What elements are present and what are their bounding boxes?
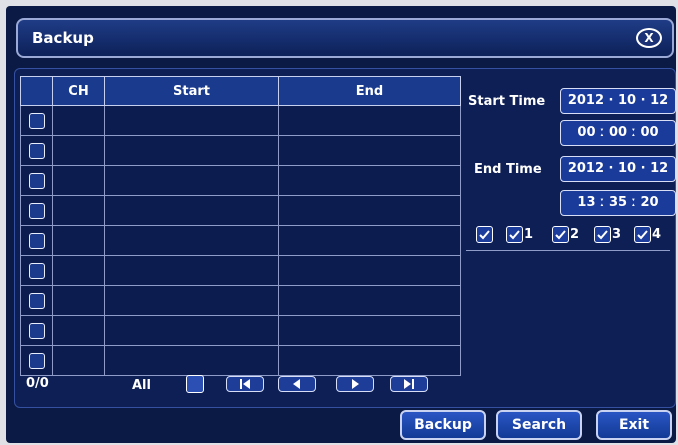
row-start (104, 165, 279, 196)
row-channel (52, 165, 105, 196)
row-checkbox[interactable] (28, 322, 45, 339)
file-list-table: CH Start End (20, 76, 461, 376)
row-start (104, 285, 279, 316)
backup-button[interactable]: Backup (400, 410, 486, 440)
row-end (278, 315, 461, 346)
row-channel (52, 315, 105, 346)
row-checkbox[interactable] (28, 112, 45, 129)
row-start (104, 225, 279, 256)
previous-page-icon (293, 379, 300, 389)
row-end (278, 195, 461, 226)
close-button[interactable]: X (636, 28, 662, 48)
first-page-icon (240, 379, 250, 389)
last-page-icon (404, 379, 414, 389)
end-time-field[interactable]: 13 ː 35 ː 20 (560, 190, 676, 216)
channel-4-toggle[interactable]: 4 (634, 226, 661, 246)
window-title: Backup (32, 29, 94, 47)
row-channel (52, 285, 105, 316)
channel-column-header: CH (52, 76, 105, 106)
table-row[interactable] (20, 165, 461, 196)
table-row[interactable] (20, 345, 461, 376)
channel-4-label: 4 (652, 227, 662, 242)
row-channel (52, 195, 105, 226)
check-icon (634, 226, 651, 243)
end-date-field[interactable]: 2012 · 10 · 12 (560, 156, 676, 182)
last-page-button[interactable] (390, 376, 428, 392)
row-start (104, 255, 279, 286)
pagination-bar: 0/0 All (20, 373, 460, 397)
table-row[interactable] (20, 135, 461, 166)
next-page-button[interactable] (336, 376, 374, 392)
row-channel (52, 225, 105, 256)
row-end (278, 105, 461, 136)
table-row[interactable] (20, 225, 461, 256)
start-column-header: Start (104, 76, 279, 106)
row-checkbox[interactable] (28, 352, 45, 369)
table-row[interactable] (20, 255, 461, 286)
channel-1-toggle[interactable]: 1 (506, 226, 533, 246)
row-checkbox[interactable] (28, 202, 45, 219)
row-channel (52, 345, 105, 376)
page-count: 0/0 (26, 376, 49, 391)
close-icon: X (644, 31, 654, 45)
first-page-button[interactable] (226, 376, 264, 392)
end-column-header: End (278, 76, 461, 106)
search-criteria-panel: Start Time 2012 · 10 · 12 00 ː 00 ː 00 E… (466, 76, 678, 394)
row-end (278, 345, 461, 376)
search-button[interactable]: Search (496, 410, 582, 440)
panel-divider (466, 250, 670, 251)
exit-button[interactable]: Exit (596, 410, 672, 440)
row-channel (52, 255, 105, 286)
table-row[interactable] (20, 195, 461, 226)
row-end (278, 285, 461, 316)
row-checkbox[interactable] (28, 292, 45, 309)
row-start (104, 315, 279, 346)
check-icon (476, 226, 493, 243)
start-date-field[interactable]: 2012 · 10 · 12 (560, 88, 676, 114)
row-checkbox[interactable] (28, 262, 45, 279)
channel-1-label: 1 (524, 227, 534, 242)
table-row[interactable] (20, 315, 461, 346)
table-row[interactable] (20, 285, 461, 316)
row-start (104, 345, 279, 376)
row-end (278, 225, 461, 256)
title-bar: Backup X (16, 18, 674, 58)
row-checkbox[interactable] (28, 172, 45, 189)
row-start (104, 135, 279, 166)
check-icon (552, 226, 569, 243)
row-checkbox[interactable] (28, 232, 45, 249)
channel-3-label: 3 (612, 227, 622, 242)
channel-3-toggle[interactable]: 3 (594, 226, 621, 246)
select-all-label: All (132, 378, 151, 393)
check-icon (594, 226, 611, 243)
row-end (278, 135, 461, 166)
row-end (278, 255, 461, 286)
previous-page-button[interactable] (278, 376, 316, 392)
channel-2-toggle[interactable]: 2 (552, 226, 579, 246)
select-all-checkbox[interactable] (186, 375, 204, 393)
select-column-header (20, 76, 53, 106)
table-header-row: CH Start End (20, 76, 461, 106)
check-icon (506, 226, 523, 243)
row-channel (52, 135, 105, 166)
all-channels-toggle[interactable] (476, 226, 493, 246)
start-time-label: Start Time (468, 94, 546, 109)
row-end (278, 165, 461, 196)
row-start (104, 195, 279, 226)
row-start (104, 105, 279, 136)
start-time-field[interactable]: 00 ː 00 ː 00 (560, 120, 676, 146)
end-time-label: End Time (474, 162, 542, 177)
row-channel (52, 105, 105, 136)
table-row[interactable] (20, 105, 461, 136)
channel-2-label: 2 (570, 227, 580, 242)
next-page-icon (352, 379, 359, 389)
row-checkbox[interactable] (28, 142, 45, 159)
